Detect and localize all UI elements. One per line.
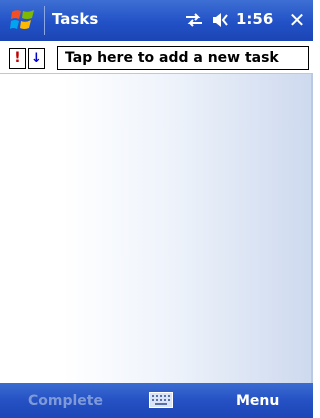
new-task-bar: ! ↓ Tap here to add a new task: [0, 41, 313, 74]
menu-softkey[interactable]: Menu: [236, 393, 279, 409]
app-title: Tasks: [52, 10, 99, 28]
priority-button[interactable]: !: [9, 48, 26, 69]
task-list-area[interactable]: [0, 74, 313, 383]
close-button[interactable]: ✕: [284, 6, 310, 34]
volume-icon[interactable]: [211, 12, 231, 28]
windows-start-icon: [10, 10, 34, 29]
title-separator: [44, 6, 45, 35]
tasks-screen: Tasks 1:56 ✕ ! ↓ Tap here to add a new t…: [0, 0, 313, 418]
menu-bar: Complete Menu: [0, 383, 313, 418]
complete-softkey[interactable]: Complete: [28, 393, 103, 409]
start-button[interactable]: [4, 4, 44, 36]
content-edge: [311, 74, 313, 383]
new-task-input[interactable]: Tap here to add a new task: [57, 46, 309, 70]
connectivity-icon[interactable]: [184, 12, 204, 28]
clock[interactable]: 1:56: [236, 10, 273, 28]
sort-button[interactable]: ↓: [28, 48, 45, 69]
title-bar: Tasks 1:56 ✕: [0, 0, 313, 41]
keyboard-icon[interactable]: [149, 392, 173, 408]
